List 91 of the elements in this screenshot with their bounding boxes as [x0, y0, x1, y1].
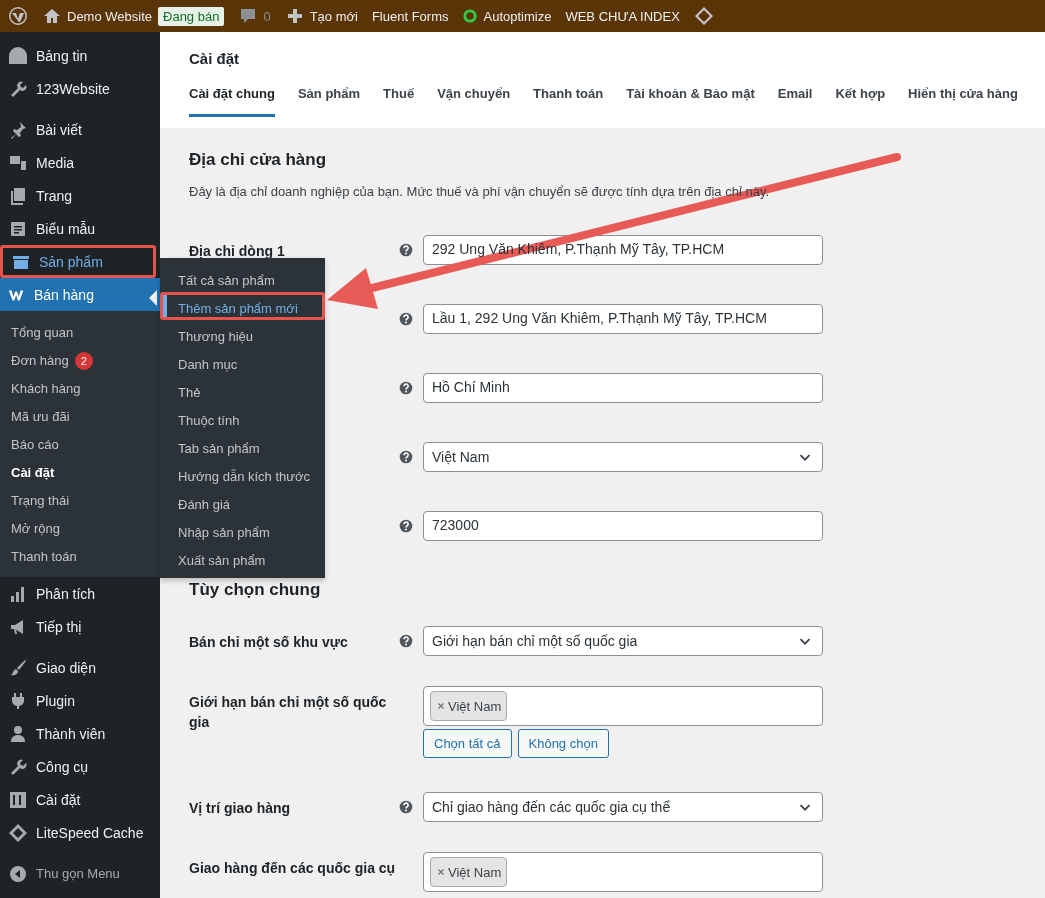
- menu-item[interactable]: Thành viên: [0, 717, 160, 750]
- new-link[interactable]: Tạo mới: [284, 6, 358, 26]
- brush-icon: [8, 657, 28, 678]
- flyout-item[interactable]: Thuộc tính: [160, 404, 325, 432]
- help-icon: [397, 448, 415, 466]
- help-icon: [397, 517, 415, 535]
- menu-item[interactable]: Media: [0, 146, 160, 179]
- site-link[interactable]: Demo Website: [42, 6, 152, 26]
- country-tag: Việt Nam: [430, 691, 508, 721]
- menu-item[interactable]: LiteSpeed Cache: [0, 816, 160, 849]
- submenu-item[interactable]: Đơn hàng 2: [0, 347, 160, 375]
- submenu-item[interactable]: Mã ưu đãi: [0, 403, 160, 431]
- help-icon: [397, 310, 415, 328]
- toolbar-link[interactable]: WEB CHƯA INDEX: [565, 8, 680, 24]
- help-icon: [397, 632, 415, 650]
- select-field[interactable]: Việt Nam: [423, 442, 823, 472]
- menu-item[interactable]: Cài đặt: [0, 783, 160, 816]
- menu-item[interactable]: Giao diện: [0, 651, 160, 684]
- menu-item[interactable]: Plugin: [0, 684, 160, 717]
- menu-item[interactable]: Bài viết: [0, 113, 160, 146]
- menu-item[interactable]: Sản phẩm: [0, 245, 156, 278]
- tab[interactable]: Tài khoản & Bảo mật: [626, 76, 755, 117]
- autoptimize-link[interactable]: Autoptimize: [462, 8, 552, 24]
- field-label: Giới hạn bán chỉ một số quốc gia: [189, 694, 387, 730]
- flyout-item[interactable]: Đánh giá: [160, 488, 325, 516]
- section-heading: Tùy chọn chung: [189, 580, 322, 600]
- tab[interactable]: Thanh toán: [533, 76, 604, 117]
- flyout-item[interactable]: Tab sản phẩm: [160, 432, 325, 460]
- tab[interactable]: Kết hợp: [835, 76, 886, 117]
- diamond-icon: [8, 822, 28, 843]
- help-icon: [397, 379, 415, 397]
- person-icon: [8, 723, 28, 744]
- submenu-item[interactable]: Mở rộng: [0, 515, 160, 543]
- submenu-item[interactable]: Tổng quan: [0, 319, 160, 347]
- tab[interactable]: Cài đặt chung: [189, 76, 275, 117]
- multiselect-field[interactable]: Việt Nam: [423, 686, 823, 726]
- country-tag: Việt Nam: [430, 857, 508, 887]
- field-label: Bán chỉ một số khu vực: [189, 634, 348, 650]
- status-badge[interactable]: Đang bán: [158, 6, 225, 26]
- field-label: Giao hàng đến các quốc gia cụ: [189, 860, 396, 876]
- menu-item[interactable]: Biểu mẫu: [0, 212, 160, 245]
- flyout-item[interactable]: Tất cả sản phẩm: [160, 264, 325, 292]
- menu-item[interactable]: 123Website: [0, 72, 160, 105]
- flyout-item[interactable]: Hướng dẫn kích thước: [160, 460, 325, 488]
- submenu-item[interactable]: Thanh toán: [0, 543, 160, 571]
- help-icon: [397, 241, 415, 259]
- menu-item[interactable]: Bảng tin: [0, 39, 160, 72]
- flyout-item[interactable]: Thêm sản phẩm mới: [160, 292, 325, 320]
- menu-item[interactable]: Bán hàng: [0, 278, 160, 311]
- tab[interactable]: Hiển thị cửa hàng: [908, 76, 1018, 117]
- select-field[interactable]: Giới hạn bán chỉ một số quốc gia: [423, 626, 823, 656]
- menu-item[interactable]: Trang: [0, 179, 160, 212]
- page-title: Cài đặt: [189, 49, 240, 69]
- input-field[interactable]: Lầu 1, 292 Ung Văn Khiêm, P.Thạnh Mỹ Tây, TP.HCM: [423, 304, 823, 334]
- submenu-item[interactable]: Cài đặt: [0, 459, 160, 487]
- flyout-item[interactable]: Xuất sản phẩm: [160, 544, 325, 572]
- remove-icon[interactable]: [436, 701, 446, 711]
- field-label: Vị trí giao hàng: [189, 800, 291, 816]
- tab[interactable]: Vận chuyển: [437, 76, 511, 117]
- ring-icon: [462, 8, 479, 24]
- select-button[interactable]: Không chọn: [517, 729, 609, 758]
- flyout-item[interactable]: Thương hiệu: [160, 320, 325, 348]
- section-heading: Địa chỉ cửa hàng: [189, 150, 327, 170]
- input-field[interactable]: 723000: [423, 511, 823, 541]
- collapse-icon: [8, 863, 28, 884]
- select-button[interactable]: Chọn tất cả: [423, 729, 512, 758]
- tab[interactable]: Sản phẩm: [297, 76, 361, 117]
- remove-icon[interactable]: [436, 867, 446, 877]
- field-label: Địa chỉ dòng 1: [189, 243, 285, 259]
- multiselect-field[interactable]: Việt Nam: [423, 852, 823, 892]
- pages-icon: [8, 185, 28, 206]
- menu-item[interactable]: Phân tích: [0, 577, 160, 610]
- toolbar-link[interactable]: Fluent Forms: [371, 8, 449, 24]
- menu-item[interactable]: Thu gọn Menu: [0, 857, 160, 890]
- tab[interactable]: Thuế: [383, 76, 415, 117]
- count-badge: 2: [74, 352, 93, 370]
- tab[interactable]: Email: [777, 76, 813, 117]
- diamond-icon[interactable]: [693, 6, 714, 26]
- flyout-item[interactable]: Nhập sản phẩm: [160, 516, 325, 544]
- menu-item[interactable]: Tiếp thị: [0, 610, 160, 643]
- flyout-item[interactable]: Danh mục: [160, 348, 325, 376]
- input-field[interactable]: Hồ Chí Minh: [423, 373, 823, 403]
- help-icon: [397, 798, 415, 816]
- sliders-icon: [8, 789, 28, 810]
- home-icon: [42, 6, 62, 26]
- submenu-item[interactable]: Khách hàng: [0, 375, 160, 403]
- select-field[interactable]: Chỉ giao hàng đến các quốc gia cụ thể: [423, 792, 823, 822]
- menu-item[interactable]: Công cụ: [0, 750, 160, 783]
- flyout-item[interactable]: Thẻ: [160, 376, 325, 404]
- submenu-item[interactable]: Báo cáo: [0, 431, 160, 459]
- submenu-item[interactable]: Trạng thái: [0, 487, 160, 515]
